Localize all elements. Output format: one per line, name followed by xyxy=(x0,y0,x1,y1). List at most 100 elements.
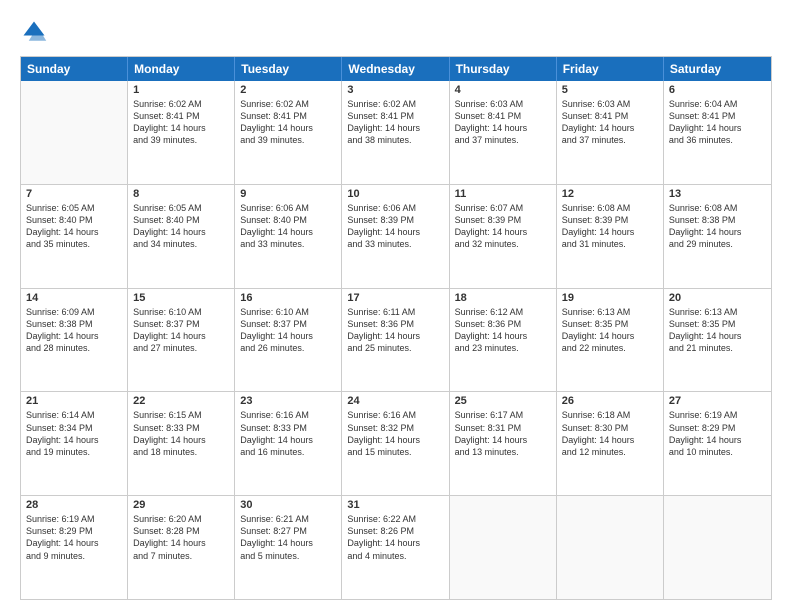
day-number: 26 xyxy=(562,395,658,407)
day-info: Sunrise: 6:10 AM Sunset: 8:37 PM Dayligh… xyxy=(240,306,336,355)
day-number: 31 xyxy=(347,499,443,511)
day-number: 15 xyxy=(133,292,229,304)
calendar-body: 1Sunrise: 6:02 AM Sunset: 8:41 PM Daylig… xyxy=(21,81,771,599)
day-info: Sunrise: 6:06 AM Sunset: 8:40 PM Dayligh… xyxy=(240,202,336,251)
day-number: 21 xyxy=(26,395,122,407)
day-number: 22 xyxy=(133,395,229,407)
day-number: 24 xyxy=(347,395,443,407)
day-number: 2 xyxy=(240,84,336,96)
calendar-cell: 3 Sunrise: 6:02 AM Sunset: 8:41 PM Daylig… xyxy=(342,81,449,184)
day-number: 3 xyxy=(347,84,443,96)
day-info: Sunrise: 6:22 AM Sunset: 8:26 PM Dayligh… xyxy=(347,513,443,562)
day-info: Sunrise: 6:13 AM Sunset: 8:35 PM Dayligh… xyxy=(669,306,766,355)
weekday-header-friday: Friday xyxy=(557,57,664,81)
calendar-cell xyxy=(21,81,128,184)
day-info: Sunrise: 6:19 AM Sunset: 8:29 PM Dayligh… xyxy=(669,409,766,458)
calendar-cell: 28 Sunrise: 6:19 AM Sunset: 8:29 PM Dayli… xyxy=(21,496,128,599)
calendar-cell: 22Sunrise: 6:15 AM Sunset: 8:33 PM Dayli… xyxy=(128,392,235,495)
calendar-cell: 13 Sunrise: 6:08 AM Sunset: 8:38 PM Dayli… xyxy=(664,185,771,288)
calendar-cell xyxy=(557,496,664,599)
day-info: Sunrise: 6:02 AM Sunset: 8:41 PM Dayligh… xyxy=(133,98,229,147)
calendar-cell: 12 Sunrise: 6:08 AM Sunset: 8:39 PM Dayli… xyxy=(557,185,664,288)
day-info: Sunrise: 6:13 AM Sunset: 8:35 PM Dayligh… xyxy=(562,306,658,355)
day-info: Sunrise: 6:17 AM Sunset: 8:31 PM Dayligh… xyxy=(455,409,551,458)
day-number: 6 xyxy=(669,84,766,96)
day-info: Sunrise: 6:16 AM Sunset: 8:33 PM Dayligh… xyxy=(240,409,336,458)
day-info: Sunrise: 6:09 AM Sunset: 8:38 PM Dayligh… xyxy=(26,306,122,355)
calendar-cell xyxy=(450,496,557,599)
calendar-cell: 31 Sunrise: 6:22 AM Sunset: 8:26 PM Dayli… xyxy=(342,496,449,599)
calendar-cell: 11Sunrise: 6:07 AM Sunset: 8:39 PM Dayli… xyxy=(450,185,557,288)
day-info: Sunrise: 6:05 AM Sunset: 8:40 PM Dayligh… xyxy=(133,202,229,251)
day-number: 9 xyxy=(240,188,336,200)
logo-icon xyxy=(20,18,48,46)
day-number: 25 xyxy=(455,395,551,407)
day-number: 29 xyxy=(133,499,229,511)
day-number: 8 xyxy=(133,188,229,200)
calendar-cell: 27 Sunrise: 6:19 AM Sunset: 8:29 PM Dayli… xyxy=(664,392,771,495)
calendar-cell: 14 Sunrise: 6:09 AM Sunset: 8:38 PM Dayli… xyxy=(21,289,128,392)
calendar-cell: 24 Sunrise: 6:16 AM Sunset: 8:32 PM Dayli… xyxy=(342,392,449,495)
day-number: 20 xyxy=(669,292,766,304)
calendar-week-2: 7 Sunrise: 6:05 AM Sunset: 8:40 PM Daylig… xyxy=(21,184,771,288)
calendar-cell: 30Sunrise: 6:21 AM Sunset: 8:27 PM Dayli… xyxy=(235,496,342,599)
calendar-cell: 4 Sunrise: 6:03 AM Sunset: 8:41 PM Daylig… xyxy=(450,81,557,184)
calendar: SundayMondayTuesdayWednesdayThursdayFrid… xyxy=(20,56,772,600)
calendar-cell: 15Sunrise: 6:10 AM Sunset: 8:37 PM Dayli… xyxy=(128,289,235,392)
calendar-cell: 10 Sunrise: 6:06 AM Sunset: 8:39 PM Dayli… xyxy=(342,185,449,288)
day-number: 30 xyxy=(240,499,336,511)
weekday-header-tuesday: Tuesday xyxy=(235,57,342,81)
calendar-cell: 6 Sunrise: 6:04 AM Sunset: 8:41 PM Daylig… xyxy=(664,81,771,184)
calendar-cell: 9 Sunrise: 6:06 AM Sunset: 8:40 PM Daylig… xyxy=(235,185,342,288)
day-info: Sunrise: 6:03 AM Sunset: 8:41 PM Dayligh… xyxy=(455,98,551,147)
day-number: 28 xyxy=(26,499,122,511)
weekday-header-thursday: Thursday xyxy=(450,57,557,81)
calendar-cell: 20 Sunrise: 6:13 AM Sunset: 8:35 PM Dayli… xyxy=(664,289,771,392)
day-info: Sunrise: 6:20 AM Sunset: 8:28 PM Dayligh… xyxy=(133,513,229,562)
day-info: Sunrise: 6:12 AM Sunset: 8:36 PM Dayligh… xyxy=(455,306,551,355)
day-number: 5 xyxy=(562,84,658,96)
day-info: Sunrise: 6:16 AM Sunset: 8:32 PM Dayligh… xyxy=(347,409,443,458)
calendar-cell: 7Sunrise: 6:05 AM Sunset: 8:40 PM Daylig… xyxy=(21,185,128,288)
calendar-cell xyxy=(664,496,771,599)
calendar-cell: 1Sunrise: 6:02 AM Sunset: 8:41 PM Daylig… xyxy=(128,81,235,184)
calendar-week-3: 14 Sunrise: 6:09 AM Sunset: 8:38 PM Dayli… xyxy=(21,288,771,392)
day-number: 14 xyxy=(26,292,122,304)
calendar-cell: 2 Sunrise: 6:02 AM Sunset: 8:41 PM Daylig… xyxy=(235,81,342,184)
day-info: Sunrise: 6:02 AM Sunset: 8:41 PM Dayligh… xyxy=(240,98,336,147)
header xyxy=(20,18,772,46)
day-number: 27 xyxy=(669,395,766,407)
day-number: 10 xyxy=(347,188,443,200)
weekday-header-monday: Monday xyxy=(128,57,235,81)
day-info: Sunrise: 6:03 AM Sunset: 8:41 PM Dayligh… xyxy=(562,98,658,147)
day-number: 23 xyxy=(240,395,336,407)
day-info: Sunrise: 6:04 AM Sunset: 8:41 PM Dayligh… xyxy=(669,98,766,147)
calendar-cell: 5 Sunrise: 6:03 AM Sunset: 8:41 PM Daylig… xyxy=(557,81,664,184)
day-number: 4 xyxy=(455,84,551,96)
weekday-header-wednesday: Wednesday xyxy=(342,57,449,81)
calendar-cell: 19 Sunrise: 6:13 AM Sunset: 8:35 PM Dayli… xyxy=(557,289,664,392)
calendar-cell: 17Sunrise: 6:11 AM Sunset: 8:36 PM Dayli… xyxy=(342,289,449,392)
calendar-week-1: 1Sunrise: 6:02 AM Sunset: 8:41 PM Daylig… xyxy=(21,81,771,184)
calendar-cell: 26 Sunrise: 6:18 AM Sunset: 8:30 PM Dayli… xyxy=(557,392,664,495)
calendar-cell: 21 Sunrise: 6:14 AM Sunset: 8:34 PM Dayli… xyxy=(21,392,128,495)
day-info: Sunrise: 6:08 AM Sunset: 8:38 PM Dayligh… xyxy=(669,202,766,251)
calendar-cell: 23 Sunrise: 6:16 AM Sunset: 8:33 PM Dayli… xyxy=(235,392,342,495)
day-number: 13 xyxy=(669,188,766,200)
day-info: Sunrise: 6:02 AM Sunset: 8:41 PM Dayligh… xyxy=(347,98,443,147)
day-info: Sunrise: 6:14 AM Sunset: 8:34 PM Dayligh… xyxy=(26,409,122,458)
weekday-header-sunday: Sunday xyxy=(21,57,128,81)
day-number: 16 xyxy=(240,292,336,304)
day-info: Sunrise: 6:07 AM Sunset: 8:39 PM Dayligh… xyxy=(455,202,551,251)
day-number: 12 xyxy=(562,188,658,200)
day-info: Sunrise: 6:18 AM Sunset: 8:30 PM Dayligh… xyxy=(562,409,658,458)
day-info: Sunrise: 6:06 AM Sunset: 8:39 PM Dayligh… xyxy=(347,202,443,251)
day-number: 18 xyxy=(455,292,551,304)
day-info: Sunrise: 6:11 AM Sunset: 8:36 PM Dayligh… xyxy=(347,306,443,355)
day-number: 19 xyxy=(562,292,658,304)
calendar-cell: 18 Sunrise: 6:12 AM Sunset: 8:36 PM Dayli… xyxy=(450,289,557,392)
day-number: 7 xyxy=(26,188,122,200)
day-info: Sunrise: 6:19 AM Sunset: 8:29 PM Dayligh… xyxy=(26,513,122,562)
calendar-week-4: 21 Sunrise: 6:14 AM Sunset: 8:34 PM Dayli… xyxy=(21,391,771,495)
day-info: Sunrise: 6:08 AM Sunset: 8:39 PM Dayligh… xyxy=(562,202,658,251)
